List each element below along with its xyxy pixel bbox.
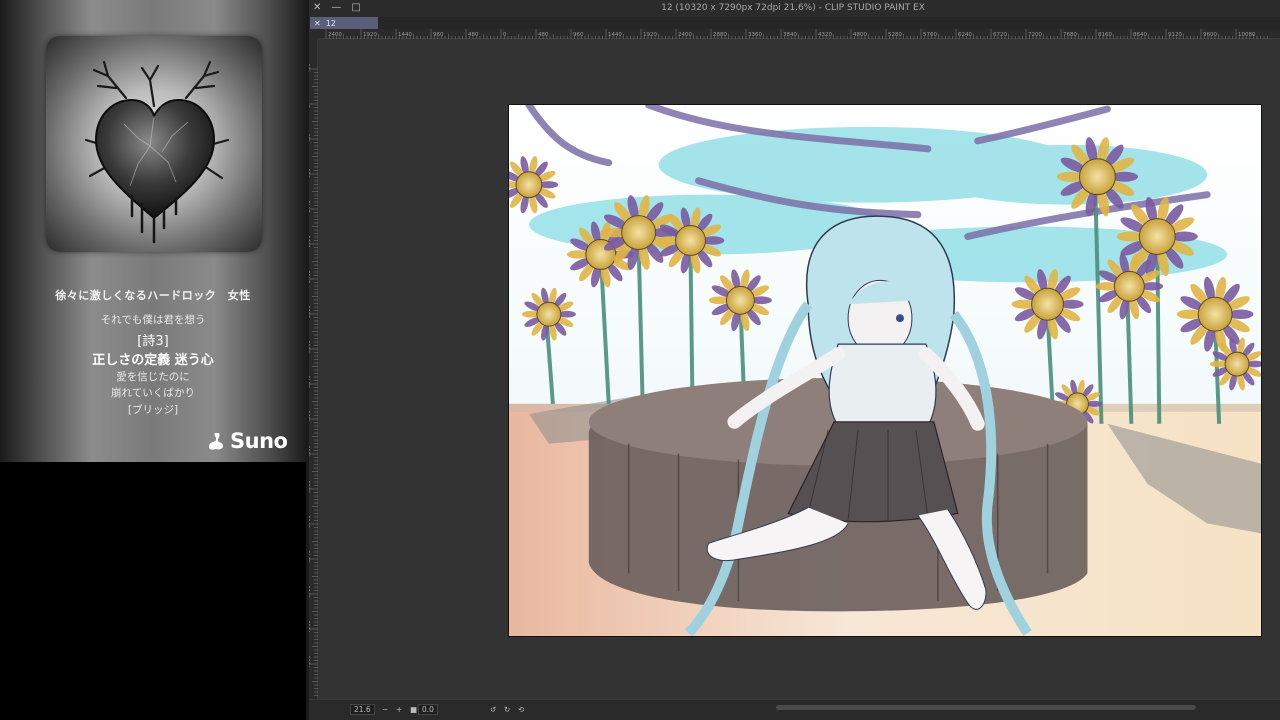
suno-brand-text: Suno — [230, 429, 288, 453]
ruler-label: 4320 — [818, 32, 832, 38]
sunflower-girl-illustration — [509, 105, 1261, 636]
ruler-label: 5760 — [923, 32, 937, 38]
suno-wave-icon — [209, 433, 223, 450]
ruler-label: 3360 — [748, 32, 762, 38]
close-tab-icon[interactable]: ✕ — [314, 19, 321, 28]
ruler-label: 1440 — [608, 32, 622, 38]
ruler-label: 8160 — [1098, 32, 1112, 38]
horizontal-scrollbar[interactable] — [776, 705, 1196, 710]
horizontal-ruler[interactable]: 2400 1920 1440 960 480 0 480 960 1440 1920 2400 288… — [318, 29, 1280, 39]
ruler-label: 1440 — [398, 32, 412, 38]
ruler-label: 480 — [538, 32, 549, 38]
ruler-label: 7200 — [1028, 32, 1042, 38]
window-title: 12 (10320 x 7290px 72dpi 21.6%) - CLIP S… — [661, 3, 925, 13]
ruler-label: 9600 — [1203, 32, 1217, 38]
ruler-label: 5280 — [888, 32, 902, 38]
ruler-label: 8640 — [1133, 32, 1147, 38]
ruler-label: 960 — [573, 32, 584, 38]
suno-logo: Suno — [206, 429, 288, 453]
empty-black-area — [0, 462, 306, 720]
ruler-label: 9120 — [1168, 32, 1182, 38]
zoom-field[interactable]: 21.6 — [350, 703, 375, 715]
ruler-label: 2400 — [328, 32, 342, 38]
rotation-field[interactable]: 0.0 — [418, 703, 438, 715]
zoom-in-button[interactable]: + — [396, 704, 402, 714]
canvas-viewport[interactable] — [319, 39, 1280, 699]
ruler-label: 2400 — [678, 32, 692, 38]
song-title: 徐々に激しくなるハードロック 女性 — [55, 289, 251, 302]
document-tab-bar: ✕ 12 — [306, 17, 1280, 29]
ruler-label: 10080 — [1238, 32, 1256, 38]
ruler-label: 2880 — [713, 32, 727, 38]
reset-rotation-icon[interactable]: ⟲ — [518, 704, 524, 714]
status-bar: 21.6 − + ■ 0.0 ↺ ↻ ⟲ — [306, 699, 1280, 720]
rotate-left-icon[interactable]: ↺ — [490, 704, 496, 714]
ruler-label: 480 — [468, 32, 479, 38]
rotate-right-icon[interactable]: ↻ — [504, 704, 510, 714]
ruler-label: 4800 — [853, 32, 867, 38]
fit-screen-icon[interactable]: ■ — [410, 704, 417, 714]
zoom-value[interactable]: 21.6 — [350, 703, 375, 715]
lyric-line: 崩れていくばかり — [111, 387, 195, 399]
panel-divider — [306, 0, 309, 720]
ruler-label: 0 — [503, 32, 507, 38]
lyric-section-label: [詩3] — [137, 334, 169, 349]
ruler-label: 1920 — [363, 32, 377, 38]
title-bar: ✕ — □ 12 (10320 x 7290px 72dpi 21.6%) - … — [306, 0, 1280, 17]
ruler-label: 6720 — [993, 32, 1007, 38]
ruler-label: 7680 — [1063, 32, 1077, 38]
document-tab[interactable]: ✕ 12 — [310, 17, 378, 29]
document-tab-label: 12 — [325, 18, 336, 28]
suno-now-playing-panel: 徐々に激しくなるハードロック 女性 それでも僕は君を想う [詩3] 正しさの定義… — [0, 0, 306, 462]
ruler-label: 6240 — [958, 32, 972, 38]
lyric-line: それでも僕は君を想う — [100, 314, 206, 326]
zoom-out-button[interactable]: − — [382, 704, 388, 714]
ruler-label: 1920 — [643, 32, 657, 38]
heart-artwork — [84, 60, 230, 244]
rotation-value[interactable]: 0.0 — [418, 703, 438, 715]
screen: 徐々に激しくなるハードロック 女性 それでも僕は君を想う [詩3] 正しさの定義… — [0, 0, 1280, 720]
canvas-artwork-illustration[interactable] — [508, 104, 1262, 637]
horizontal-ruler-ticks: 2400 1920 1440 960 480 0 480 960 1440 1920 2400 288… — [325, 29, 1268, 39]
ruler-label: 960 — [433, 32, 444, 38]
clip-studio-window: ✕ — □ 12 (10320 x 7290px 72dpi 21.6%) - … — [306, 0, 1280, 720]
ruler-label: 3840 — [783, 32, 797, 38]
lyric-section-label: [ブリッジ] — [127, 404, 179, 416]
album-cover-heart-image — [46, 36, 262, 252]
lyric-line: 愛を信じたのに — [116, 371, 190, 383]
lyric-current-line: 正しさの定義 迷う心 — [92, 353, 214, 368]
